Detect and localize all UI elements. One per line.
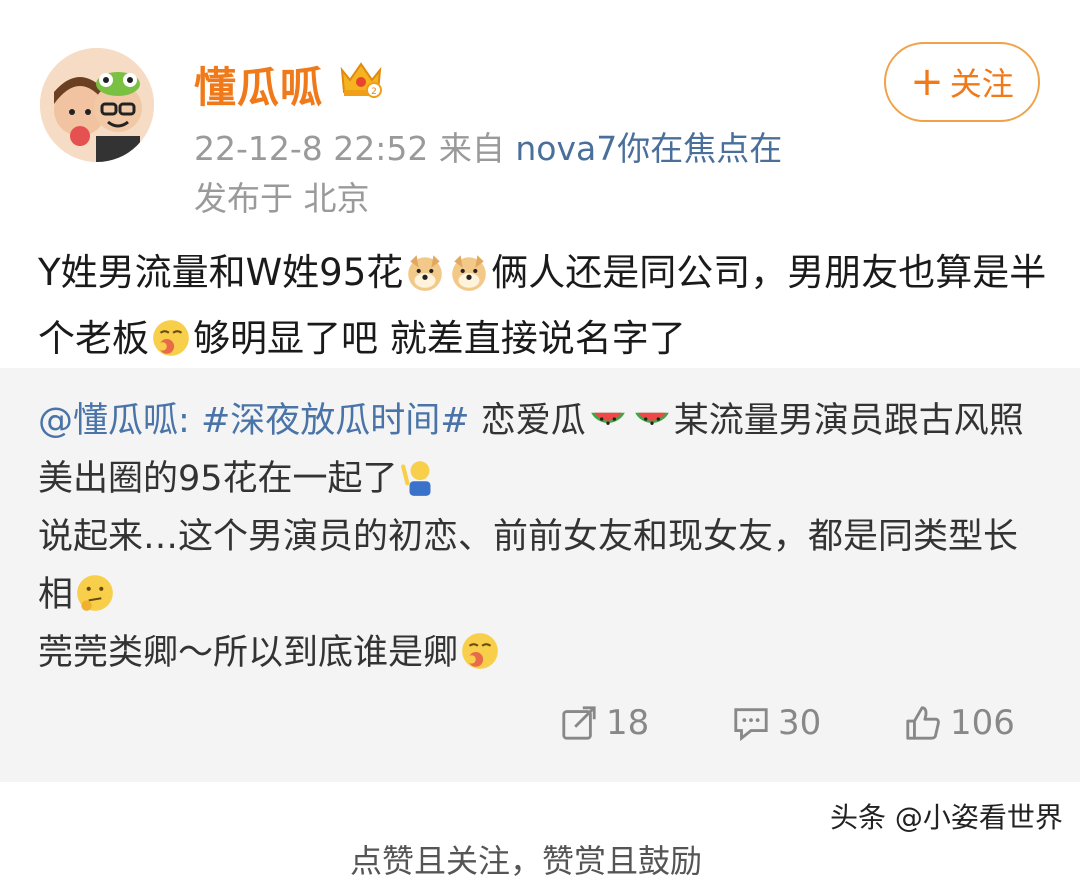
repost-text: @懂瓜呱: #深夜放瓜时间# 恋爱瓜 某流量男演员跟古风照美出圈的95花在一起了 … — [38, 392, 1048, 682]
username[interactable]: 懂瓜呱 — [194, 54, 323, 115]
comment-action[interactable]: 30 — [732, 698, 821, 748]
follow-label: 关注 — [949, 65, 1014, 103]
post-meta: 22-12-8 22:52 来自 nova7你在焦点在 发布于 北京 — [194, 124, 854, 224]
like-count: 106 — [950, 703, 1015, 743]
content-text: 够明显了吧 就差直接说名字了 — [193, 317, 686, 360]
source-prefix: 来自 — [438, 129, 505, 168]
repost-line: 说起来…这个男演员的初恋、前前女友和现女友，都是同类型长相 — [38, 517, 1019, 615]
bottom-cut-text: 点赞且关注，赞赏且鼓励 — [350, 842, 703, 880]
like-action[interactable]: 106 — [904, 698, 1015, 748]
watermelon-icon — [631, 398, 673, 440]
watermark: 头条 @小姿看世界 — [830, 801, 1063, 834]
plus-icon: + — [910, 59, 944, 105]
smirk-eating-emoji-icon — [150, 317, 192, 359]
follow-button[interactable]: + 关注 — [884, 42, 1040, 122]
share-action[interactable]: 18 — [560, 698, 649, 748]
hashtag-link[interactable]: #深夜放瓜时间# — [201, 401, 470, 441]
repost-line: 莞莞类卿～所以到底谁是卿 — [38, 633, 459, 673]
crown-icon: 2 — [338, 58, 384, 100]
repost-card[interactable]: @懂瓜呱: #深夜放瓜时间# 恋爱瓜 某流量男演员跟古风照美出圈的95花在一起了 … — [0, 368, 1080, 782]
post-content: Y姓男流量和W姓95花 俩人还是同公司，男朋友也算是半个老板 够明显了吧 就差直接说… — [38, 240, 1048, 372]
share-icon — [562, 706, 596, 740]
doge-emoji-icon — [404, 251, 446, 293]
timestamp: 22-12-8 22:52 — [194, 129, 429, 168]
avatar[interactable] — [40, 48, 154, 162]
thinking-emoji-icon — [74, 572, 116, 614]
svg-text:2: 2 — [371, 87, 377, 97]
waving-person-icon — [399, 456, 441, 498]
weibo-post: 懂瓜呱 2 22-12-8 22:52 来自 nova7你在焦点在 发布于 北京… — [0, 0, 1080, 880]
content-text: Y姓男流量和W姓95花 — [38, 251, 404, 294]
comment-count: 30 — [778, 703, 822, 743]
mention-link[interactable]: @懂瓜呱: — [38, 401, 190, 441]
smirk-eating-emoji-icon — [459, 630, 501, 672]
thumbs-up-icon — [906, 706, 940, 740]
comment-icon — [734, 708, 768, 742]
share-count: 18 — [606, 703, 650, 743]
doge-emoji-icon — [448, 251, 490, 293]
location: 发布于 北京 — [194, 179, 370, 218]
device-source[interactable]: nova7你在焦点在 — [515, 129, 782, 168]
watermelon-icon — [587, 398, 629, 440]
repost-text-segment: 恋爱瓜 — [480, 401, 586, 441]
